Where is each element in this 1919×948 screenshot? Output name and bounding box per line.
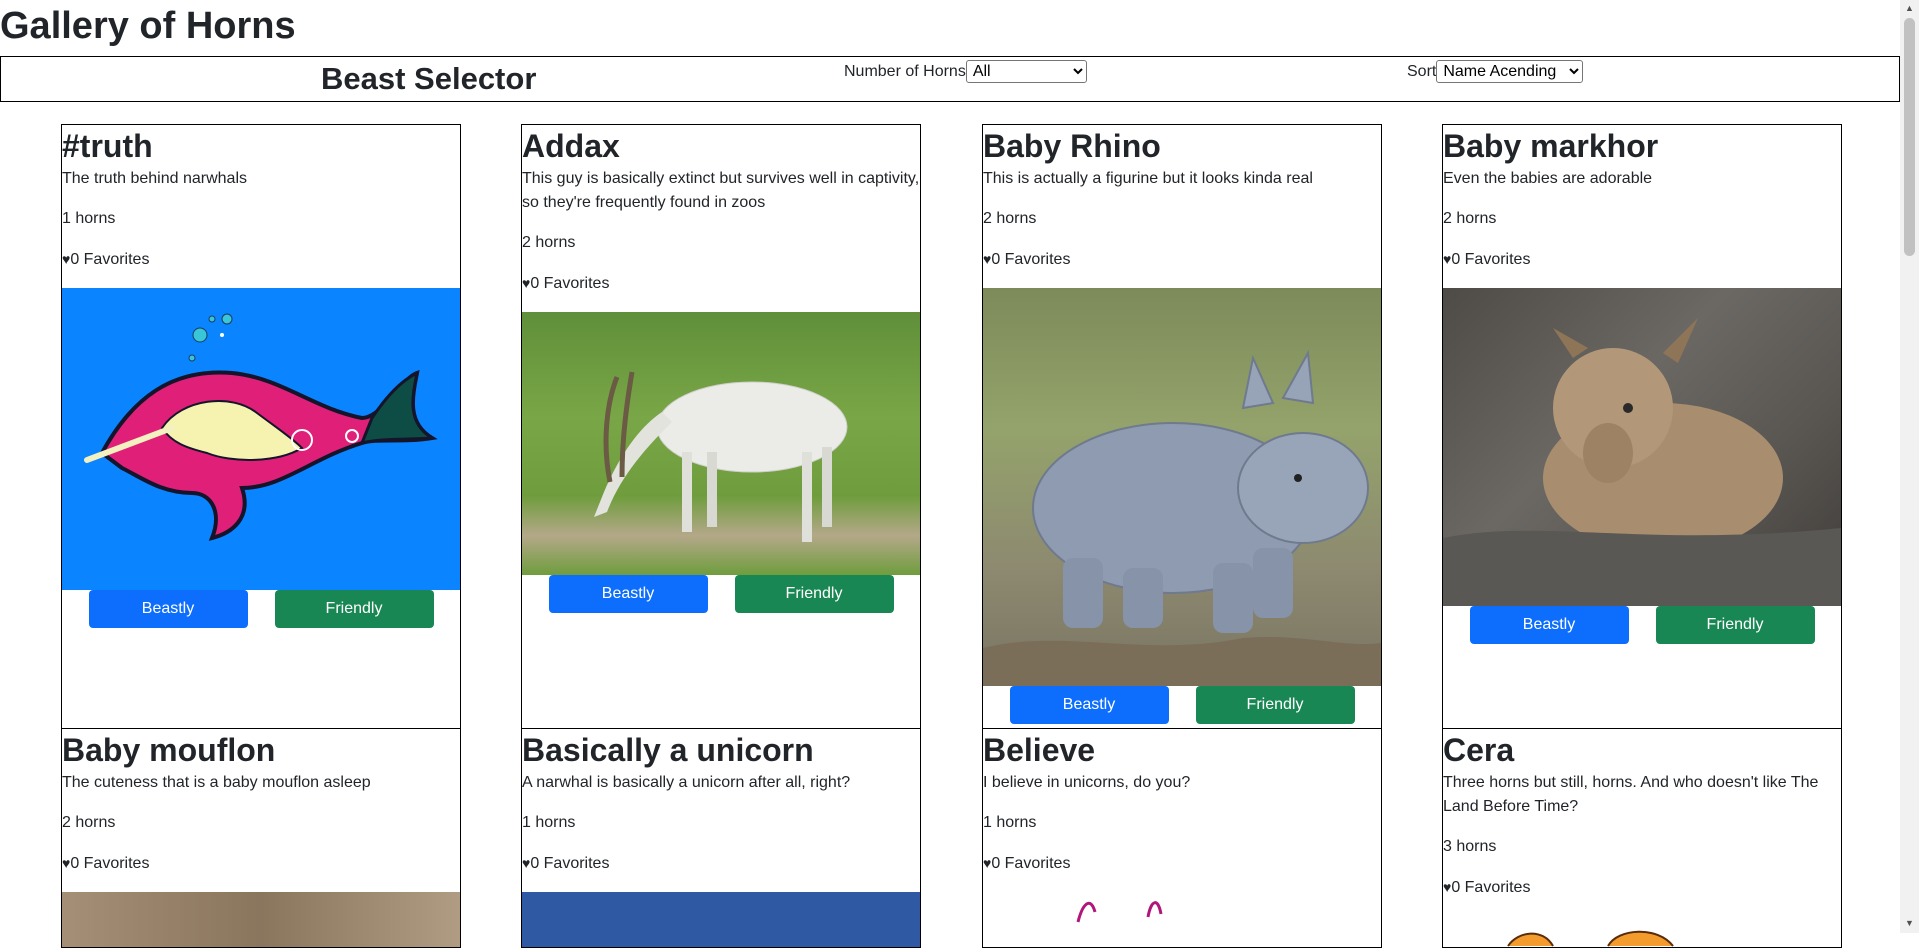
beast-card: #truth The truth behind narwhals 1 horns… <box>61 124 461 730</box>
addax-illustration <box>594 371 848 542</box>
card-favorites: ♥0 Favorites <box>62 247 460 272</box>
favorites-count: 0 Favorites <box>991 855 1071 872</box>
horns-select[interactable]: All <box>965 60 1087 83</box>
card-title: Baby mouflon <box>62 732 276 768</box>
card-description: This is actually a figurine but it looks… <box>983 170 1313 187</box>
card-horns: 1 horns <box>522 814 576 831</box>
card-horns: 2 horns <box>1443 210 1497 227</box>
favorites-count: 0 Favorites <box>70 251 150 268</box>
scroll-down-icon[interactable]: ▼ <box>1905 918 1914 928</box>
card-title: Baby Rhino <box>983 128 1161 164</box>
beastly-button[interactable]: Beastly <box>1469 606 1629 644</box>
beast-card: Baby markhor Even the babies are adorabl… <box>1442 124 1842 730</box>
sort-select[interactable]: Name Acending <box>1436 60 1584 83</box>
beast-image[interactable] <box>983 288 1381 686</box>
rhino-illustration <box>983 349 1381 686</box>
scrollbar-thumb[interactable] <box>1904 18 1915 256</box>
card-description: I believe in unicorns, do you? <box>983 774 1191 791</box>
unicorn-drawing <box>1076 901 1163 923</box>
card-actions: Beastly Friendly <box>62 590 460 628</box>
beastly-button[interactable]: Beastly <box>88 590 248 628</box>
beast-image[interactable] <box>522 312 920 575</box>
card-title: Baby markhor <box>1443 128 1659 164</box>
card-horns: 2 horns <box>983 210 1037 227</box>
sort-filter: Sort Name Acending <box>1407 60 1584 83</box>
favorites-count: 0 Favorites <box>530 275 610 292</box>
favorites-count: 0 Favorites <box>1451 251 1531 268</box>
beast-image[interactable] <box>62 288 460 590</box>
favorites-count: 0 Favorites <box>991 251 1071 268</box>
beast-selector-bar: Beast Selector Number of Horns All Sort … <box>0 56 1900 102</box>
beastly-button[interactable]: Beastly <box>1009 686 1169 724</box>
markhor-illustration <box>1443 318 1841 606</box>
beastly-button[interactable]: Beastly <box>548 575 708 613</box>
card-horns: 2 horns <box>62 814 116 831</box>
beast-card: Believe I believe in unicorns, do you? 1… <box>982 728 1382 948</box>
card-title: Basically a unicorn <box>522 732 814 768</box>
page-scrollbar[interactable]: ▲ ▼ <box>1900 0 1919 933</box>
card-description: A narwhal is basically a unicorn after a… <box>522 774 851 791</box>
triceratops-drawing <box>1507 930 1674 947</box>
card-description: The cuteness that is a baby mouflon asle… <box>62 774 371 791</box>
beast-card: Basically a unicorn A narwhal is basical… <box>521 728 921 948</box>
friendly-button[interactable]: Friendly <box>1655 606 1815 644</box>
friendly-button[interactable]: Friendly <box>734 575 894 613</box>
card-description: Three horns but still, horns. And who do… <box>1443 774 1819 815</box>
beast-card: Addax This guy is basically extinct but … <box>521 124 921 730</box>
card-description: Even the babies are adorable <box>1443 170 1653 187</box>
card-favorites: ♥0 Favorites <box>1443 247 1841 272</box>
card-favorites: ♥0 Favorites <box>522 271 920 296</box>
scroll-up-icon[interactable]: ▲ <box>1905 3 1914 13</box>
beast-image[interactable] <box>983 892 1381 947</box>
card-favorites: ♥0 Favorites <box>983 851 1381 876</box>
card-actions: Beastly Friendly <box>1443 606 1841 644</box>
selector-title: Beast Selector <box>321 61 537 96</box>
card-horns: 1 horns <box>983 814 1037 831</box>
beast-card: Baby mouflon The cuteness that is a baby… <box>61 728 461 948</box>
card-description: This guy is basically extinct but surviv… <box>522 170 920 211</box>
card-horns: 2 horns <box>522 234 576 251</box>
card-actions: Beastly Friendly <box>983 686 1381 724</box>
beast-card: Cera Three horns but still, horns. And w… <box>1442 728 1842 948</box>
beast-image[interactable] <box>1443 916 1841 947</box>
card-horns: 1 horns <box>62 210 116 227</box>
favorites-count: 0 Favorites <box>530 855 610 872</box>
beast-card: Baby Rhino This is actually a figurine b… <box>982 124 1382 730</box>
card-favorites: ♥0 Favorites <box>983 247 1381 272</box>
card-actions: Beastly Friendly <box>522 575 920 613</box>
beast-image[interactable] <box>62 892 460 947</box>
friendly-button[interactable]: Friendly <box>1195 686 1355 724</box>
horns-filter: Number of Horns All <box>844 60 1087 83</box>
card-title: Addax <box>522 128 620 164</box>
card-title: Believe <box>983 732 1096 768</box>
card-description: The truth behind narwhals <box>62 170 247 187</box>
card-favorites: ♥0 Favorites <box>1443 875 1841 900</box>
card-favorites: ♥0 Favorites <box>62 851 460 876</box>
favorites-count: 0 Favorites <box>1451 879 1531 896</box>
card-title: Cera <box>1443 732 1515 768</box>
beast-image[interactable] <box>1443 288 1841 606</box>
card-title: #truth <box>62 128 153 164</box>
horns-filter-label: Number of Horns <box>844 62 966 80</box>
card-horns: 3 horns <box>1443 838 1497 855</box>
friendly-button[interactable]: Friendly <box>274 590 434 628</box>
beast-image[interactable] <box>522 892 920 947</box>
page-title: Gallery of Horns <box>0 5 296 47</box>
favorites-count: 0 Favorites <box>70 855 150 872</box>
card-favorites: ♥0 Favorites <box>522 851 920 876</box>
sort-filter-label: Sort <box>1407 62 1437 80</box>
narwhal-illustration <box>84 313 438 541</box>
